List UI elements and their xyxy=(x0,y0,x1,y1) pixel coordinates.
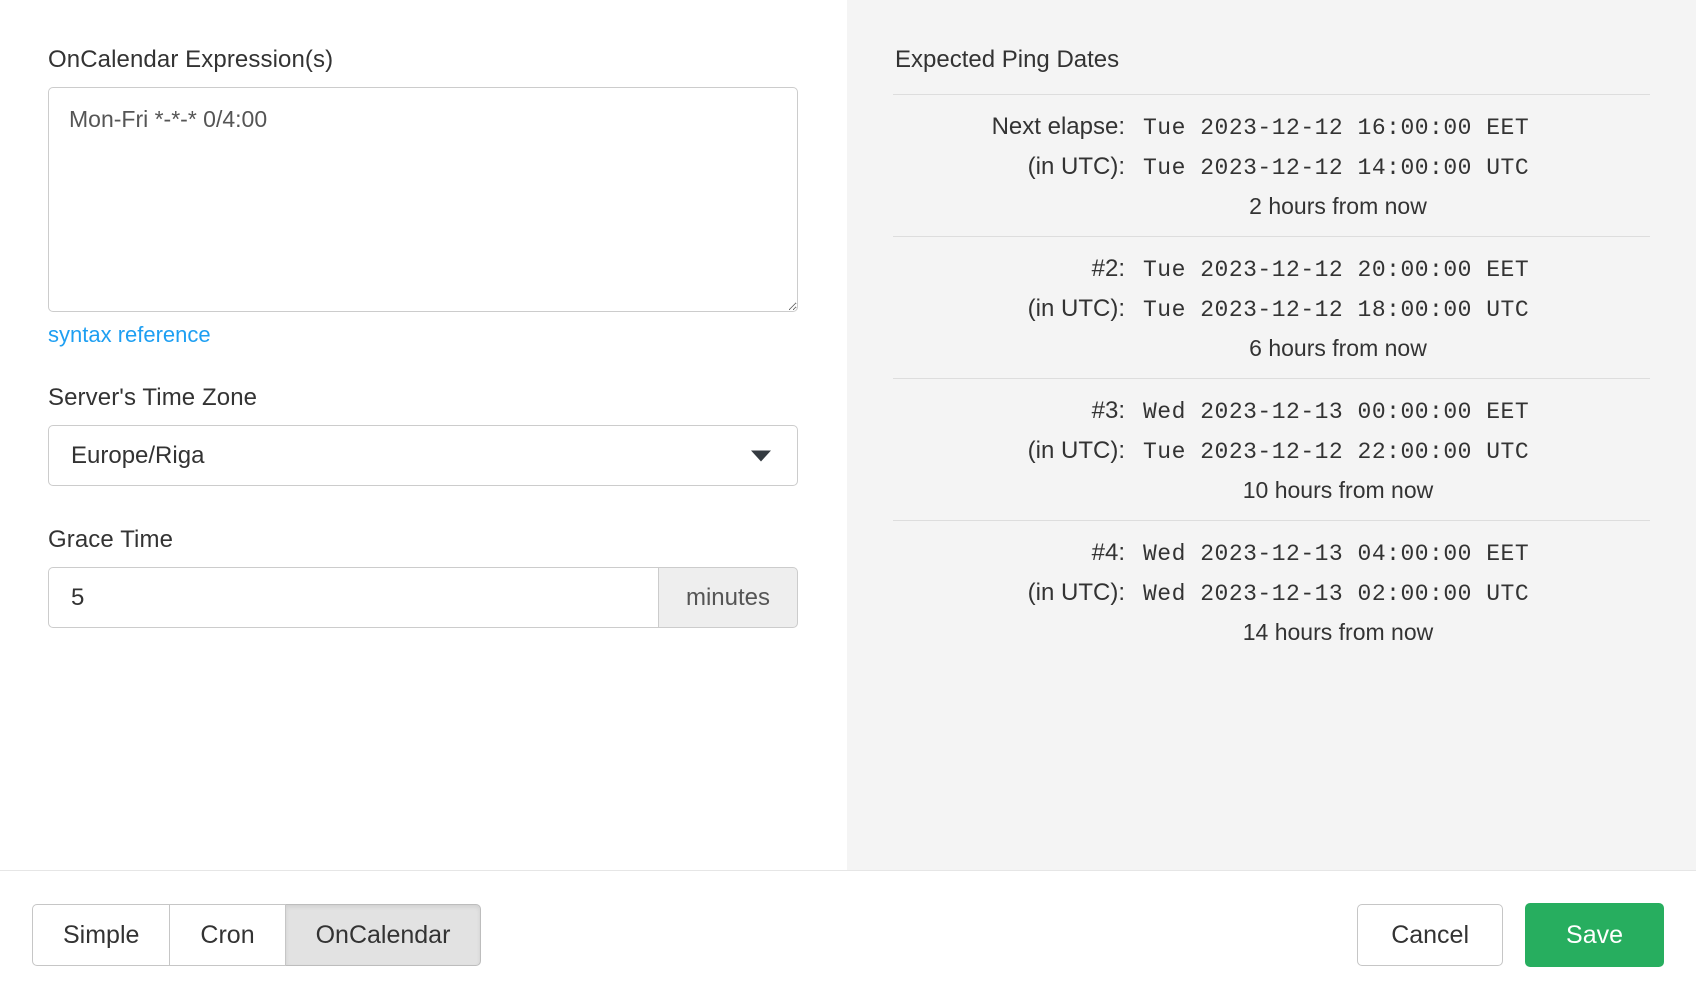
cancel-button[interactable]: Cancel xyxy=(1357,903,1504,966)
ping-index-label: Next elapse: xyxy=(991,113,1125,140)
ping-local-time: Tue 2023-12-12 16:00:00 EET xyxy=(1143,115,1530,141)
dialog-footer: Simple Cron OnCalendar Cancel Save xyxy=(0,870,1696,998)
tab-oncalendar[interactable]: OnCalendar xyxy=(285,903,482,966)
ping-date-row: #2: Tue 2023-12-12 20:00:00 EET (in UTC): T… xyxy=(893,236,1650,378)
expected-ping-dates-title: Expected Ping Dates xyxy=(895,46,1120,73)
ping-local-line: Next elapse: Tue 2023-12-12 16:00:00 EET xyxy=(893,113,1650,141)
ping-relative-line: 2 hours from now xyxy=(893,193,1650,220)
grace-time-group: minutes xyxy=(48,567,798,628)
syntax-reference-link[interactable]: syntax reference xyxy=(48,322,211,347)
schedule-type-tabs: Simple Cron OnCalendar xyxy=(32,903,482,966)
ping-utc-label: (in UTC): xyxy=(1027,295,1125,322)
grace-time-label: Grace Time xyxy=(48,526,174,553)
ping-local-line: #4: Wed 2023-12-13 04:00:00 EET xyxy=(893,539,1650,567)
schedule-editor-dialog: OnCalendar Expression(s) Mon-Fri *-*-* 0… xyxy=(0,0,1696,998)
grace-time-input[interactable] xyxy=(48,567,658,628)
timezone-select[interactable]: Europe/Riga xyxy=(48,425,798,486)
ping-utc-line: (in UTC): Tue 2023-12-12 18:00:00 UTC xyxy=(893,295,1650,323)
ping-utc-time: Wed 2023-12-13 02:00:00 UTC xyxy=(1143,581,1530,607)
dialog-actions: Cancel Save xyxy=(1357,902,1664,967)
ping-utc-line: (in UTC): Wed 2023-12-13 02:00:00 UTC xyxy=(893,579,1650,607)
ping-local-line: #3: Wed 2023-12-13 00:00:00 EET xyxy=(893,397,1650,425)
ping-utc-line: (in UTC): Tue 2023-12-12 14:00:00 UTC xyxy=(893,153,1650,181)
tab-simple[interactable]: Simple xyxy=(32,903,171,966)
ping-utc-label: (in UTC): xyxy=(1027,579,1125,606)
timezone-label: Server's Time Zone xyxy=(48,384,258,411)
ping-index-label: #3: xyxy=(1091,397,1125,424)
ping-relative-line: 6 hours from now xyxy=(893,335,1650,362)
ping-relative-time: 10 hours from now xyxy=(1242,477,1434,503)
ping-relative-line: 14 hours from now xyxy=(893,619,1650,646)
ping-utc-time: Tue 2023-12-12 14:00:00 UTC xyxy=(1143,155,1530,181)
timezone-select-wrap: Europe/Riga xyxy=(48,425,798,486)
ping-local-time: Tue 2023-12-12 20:00:00 EET xyxy=(1143,257,1530,283)
ping-utc-label: (in UTC): xyxy=(1027,153,1125,180)
oncalendar-expression-input[interactable]: Mon-Fri *-*-* 0/4:00 xyxy=(48,87,798,312)
schedule-form-pane: OnCalendar Expression(s) Mon-Fri *-*-* 0… xyxy=(0,0,847,870)
syntax-reference-row: syntax reference xyxy=(48,322,847,348)
expected-ping-dates-pane: Expected Ping Dates Next elapse: Tue 2023… xyxy=(847,0,1696,870)
ping-local-time: Wed 2023-12-13 00:00:00 EET xyxy=(1143,399,1530,425)
ping-index-label: #4: xyxy=(1091,539,1125,566)
ping-date-row: #3: Wed 2023-12-13 00:00:00 EET (in UTC): T… xyxy=(893,378,1650,520)
ping-relative-time: 14 hours from now xyxy=(1242,619,1434,645)
ping-local-time: Wed 2023-12-13 04:00:00 EET xyxy=(1143,541,1530,567)
save-button[interactable]: Save xyxy=(1525,902,1664,967)
ping-index-label: #2: xyxy=(1091,255,1125,282)
ping-utc-line: (in UTC): Tue 2023-12-12 22:00:00 UTC xyxy=(893,437,1650,465)
ping-relative-time: 6 hours from now xyxy=(1249,335,1427,361)
ping-relative-line: 10 hours from now xyxy=(893,477,1650,504)
tab-cron[interactable]: Cron xyxy=(170,903,286,966)
ping-dates-list: Next elapse: Tue 2023-12-12 16:00:00 EET (… xyxy=(893,94,1650,662)
ping-date-row: Next elapse: Tue 2023-12-12 16:00:00 EET (… xyxy=(893,94,1650,236)
oncalendar-expression-label: OnCalendar Expression(s) xyxy=(48,46,334,73)
ping-utc-time: Tue 2023-12-12 18:00:00 UTC xyxy=(1143,297,1530,323)
grace-time-unit-label: minutes xyxy=(658,567,798,628)
ping-utc-time: Tue 2023-12-12 22:00:00 UTC xyxy=(1143,439,1530,465)
ping-local-line: #2: Tue 2023-12-12 20:00:00 EET xyxy=(893,255,1650,283)
ping-relative-time: 2 hours from now xyxy=(1249,193,1427,219)
dialog-body: OnCalendar Expression(s) Mon-Fri *-*-* 0… xyxy=(0,0,1696,870)
ping-utc-label: (in UTC): xyxy=(1027,437,1125,464)
ping-date-row: #4: Wed 2023-12-13 04:00:00 EET (in UTC): W… xyxy=(893,520,1650,662)
